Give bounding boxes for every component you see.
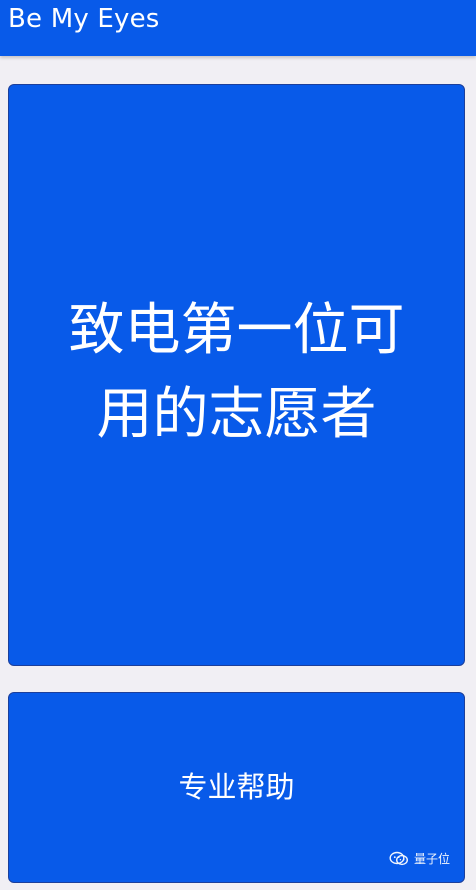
watermark-text: 量子位 — [413, 852, 450, 866]
professional-help-label: 专业帮助 — [178, 769, 295, 804]
professional-help-button[interactable]: 专业帮助 量子位 — [8, 692, 465, 883]
app-bar: Be My Eyes — [0, 0, 476, 56]
watermark: 量子位 — [389, 850, 450, 868]
app-screen: Be My Eyes 致电第一位可用的志愿者 专业帮助 量子位 — [0, 0, 476, 890]
call-volunteer-label: 致电第一位可用的志愿者 — [68, 297, 405, 447]
app-title: Be My Eyes — [8, 4, 160, 34]
wechat-icon — [389, 851, 409, 867]
call-volunteer-button[interactable]: 致电第一位可用的志愿者 — [8, 84, 465, 666]
